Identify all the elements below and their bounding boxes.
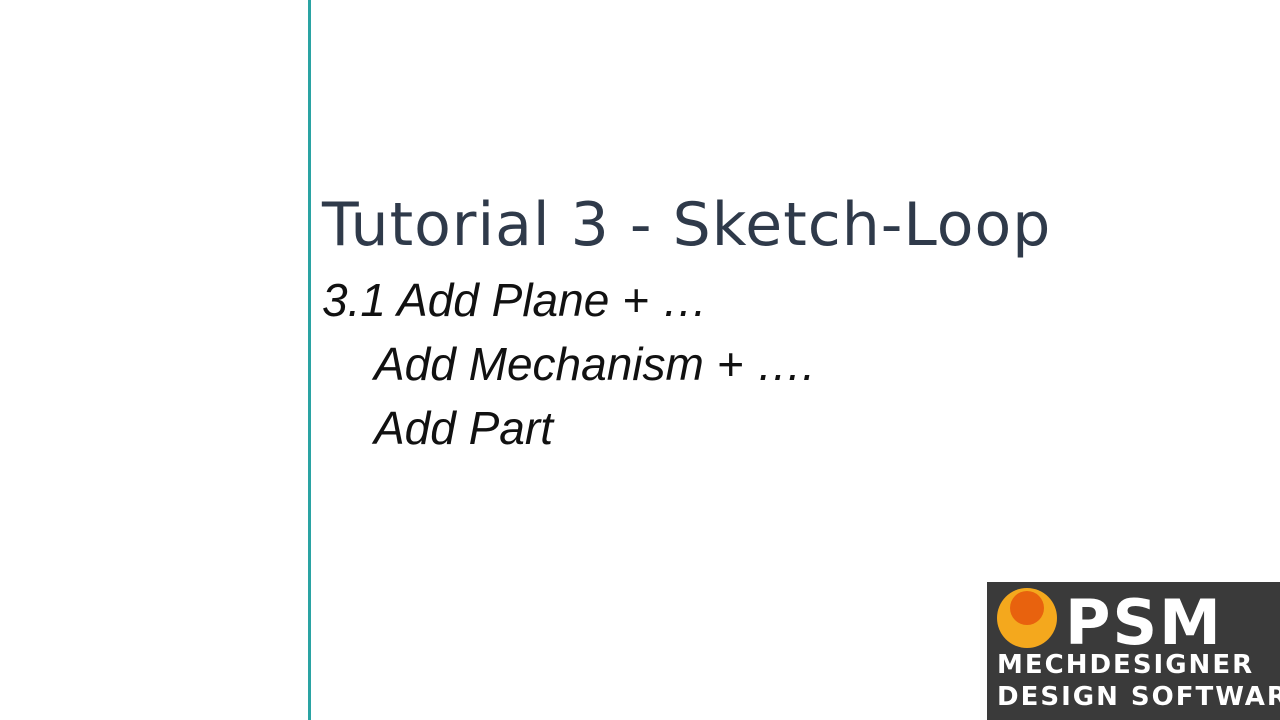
subtitle-line-2: Add Mechanism + ….: [374, 338, 816, 390]
slide-title: Tutorial 3 - Sketch-Loop: [322, 190, 1052, 260]
logo-line-1: MECHDESIGNER: [997, 650, 1255, 680]
subtitle-line-1: 3.1 Add Plane + …: [322, 274, 708, 326]
accent-vertical-line: [308, 0, 311, 720]
psm-logo-mark: PSM: [997, 586, 1223, 652]
logo-line-2: DESIGN SOFTWARE: [997, 682, 1280, 712]
logo-brand-text: PSM: [1065, 586, 1223, 652]
logo-circle-inner: [1010, 591, 1044, 625]
subtitle-line-3: Add Part: [374, 402, 553, 454]
psm-logo: PSM MECHDESIGNER DESIGN SOFTWARE: [987, 582, 1280, 720]
